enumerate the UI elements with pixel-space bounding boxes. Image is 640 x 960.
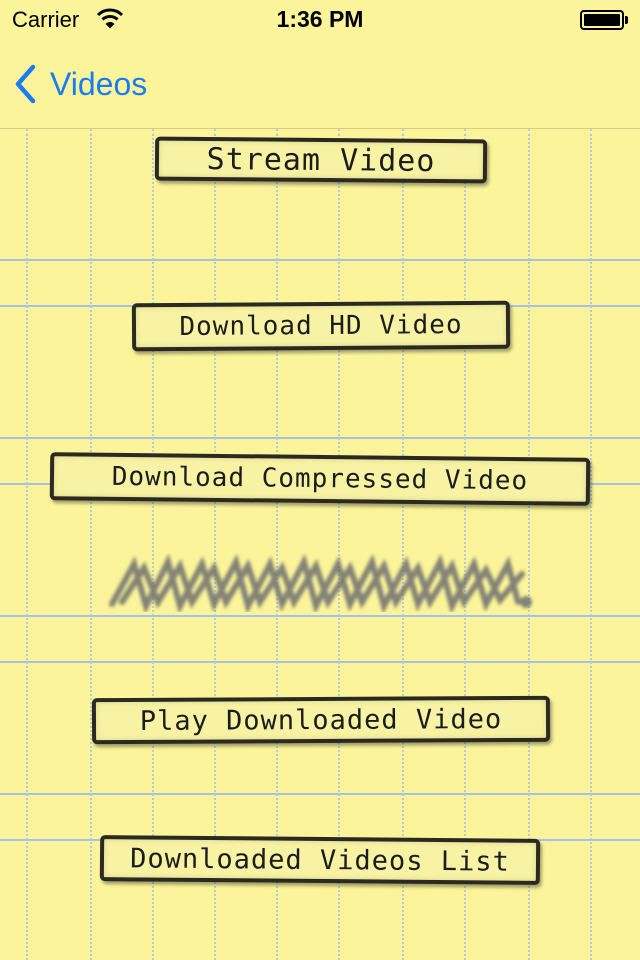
downloaded-videos-list-label: Downloaded Videos List (130, 842, 510, 878)
scribble-progress-icon (109, 553, 532, 612)
chevron-left-icon (15, 64, 36, 104)
download-compressed-video-label: Download Compressed Video (111, 461, 529, 497)
downloaded-videos-list-button[interactable]: Downloaded Videos List (99, 835, 541, 885)
download-hd-video-button[interactable]: Download HD Video (131, 300, 511, 352)
download-compressed-video-button[interactable]: Download Compressed Video (49, 452, 591, 506)
battery-tip (625, 16, 628, 24)
stream-video-label: Stream Video (206, 141, 436, 179)
play-downloaded-video-button[interactable]: Play Downloaded Video (91, 695, 551, 745)
status-time: 1:36 PM (276, 6, 364, 32)
play-downloaded-video-label: Play Downloaded Video (139, 703, 503, 737)
back-label: Videos (50, 65, 148, 102)
navigation-bar: Videos (0, 40, 640, 129)
download-hd-video-label: Download HD Video (179, 310, 463, 342)
status-bar: Carrier 1:36 PM (0, 0, 640, 40)
notepad-background (0, 129, 640, 960)
battery-icon (580, 10, 624, 30)
back-button[interactable]: Videos (14, 62, 147, 106)
stream-video-button[interactable]: Stream Video (154, 136, 488, 184)
